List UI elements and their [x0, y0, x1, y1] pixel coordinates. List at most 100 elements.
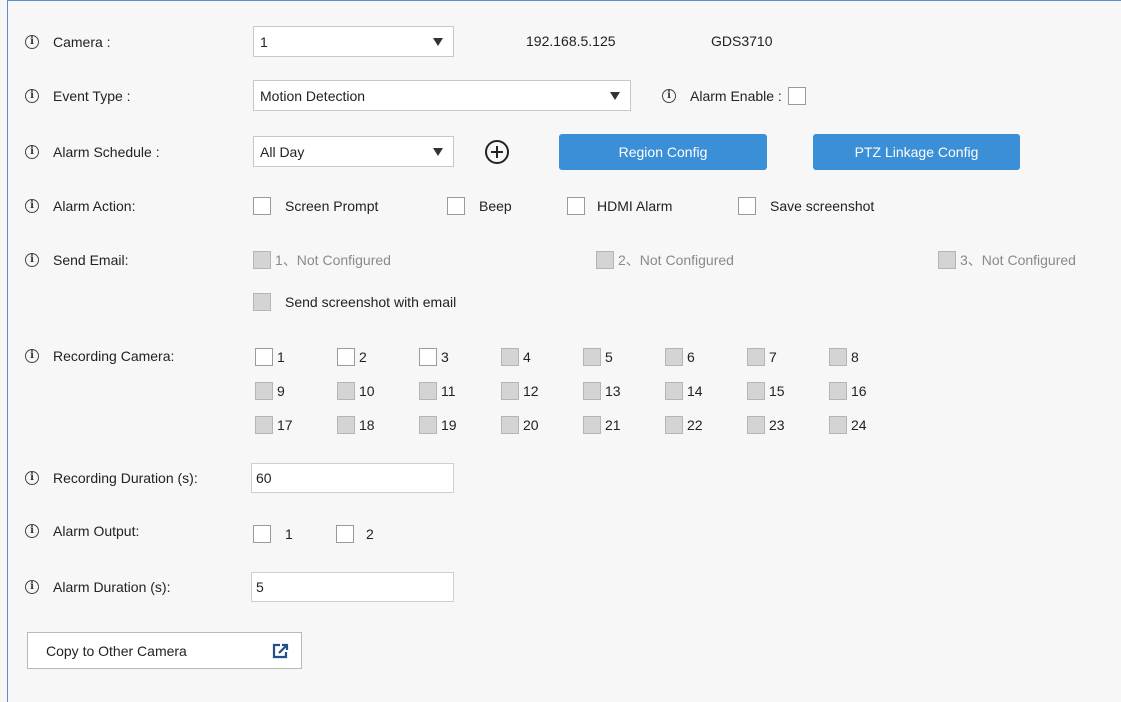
recording-camera-option[interactable]: 8: [829, 346, 859, 368]
info-icon[interactable]: i: [25, 145, 39, 159]
alarm-action-option[interactable]: Save screenshot: [738, 195, 874, 217]
send-screenshot-option[interactable]: Send screenshot with email: [253, 291, 456, 313]
recording-camera-label: Recording Camera:: [53, 348, 175, 364]
checkbox[interactable]: [501, 416, 519, 434]
alarm-duration-input[interactable]: 5: [251, 572, 454, 602]
checkbox[interactable]: [419, 416, 437, 434]
checkbox[interactable]: [501, 348, 519, 366]
event-type-value: Motion Detection: [260, 87, 366, 104]
camera-number: 18: [359, 417, 375, 433]
alarm-schedule-select[interactable]: All Day: [253, 136, 454, 167]
checkbox[interactable]: [253, 293, 271, 311]
info-icon[interactable]: i: [662, 89, 676, 103]
checkbox[interactable]: [583, 416, 601, 434]
option-label: 1: [285, 526, 293, 542]
checkbox[interactable]: [665, 348, 683, 366]
alarm-action-option[interactable]: Beep: [447, 195, 512, 217]
alarm-enable-checkbox[interactable]: [787, 87, 806, 105]
checkbox[interactable]: [583, 382, 601, 400]
event-type-label: Event Type :: [53, 88, 131, 104]
recording-camera-option[interactable]: 18: [337, 414, 375, 436]
checkbox[interactable]: [665, 382, 683, 400]
info-icon[interactable]: i: [25, 349, 39, 363]
alarm-action-option[interactable]: HDMI Alarm: [567, 195, 672, 217]
checkbox[interactable]: [747, 348, 765, 366]
checkbox[interactable]: [337, 348, 355, 366]
email-option[interactable]: 3、Not Configured: [938, 249, 1076, 271]
recording-camera-option[interactable]: 3: [419, 346, 449, 368]
recording-camera-option[interactable]: 7: [747, 346, 777, 368]
checkbox[interactable]: [255, 416, 273, 434]
recording-duration-input[interactable]: 60: [251, 463, 454, 493]
checkbox[interactable]: [337, 382, 355, 400]
info-icon[interactable]: i: [25, 199, 39, 213]
region-config-button[interactable]: Region Config: [559, 134, 767, 170]
recording-camera-option[interactable]: 10: [337, 380, 375, 402]
checkbox[interactable]: [419, 382, 437, 400]
checkbox[interactable]: [501, 382, 519, 400]
alarm-enable-label: Alarm Enable :: [690, 88, 782, 104]
info-icon[interactable]: i: [25, 35, 39, 49]
checkbox[interactable]: [938, 251, 956, 269]
alarm-schedule-label: Alarm Schedule :: [53, 144, 160, 160]
recording-camera-option[interactable]: 6: [665, 346, 695, 368]
recording-camera-option[interactable]: 19: [419, 414, 457, 436]
camera-number: 20: [523, 417, 539, 433]
recording-camera-option[interactable]: 23: [747, 414, 785, 436]
camera-select[interactable]: 1: [253, 26, 454, 57]
email-option[interactable]: 1、Not Configured: [253, 249, 391, 271]
camera-model: GDS3710: [711, 33, 773, 49]
alarm-action-option[interactable]: Screen Prompt: [253, 195, 378, 217]
checkbox[interactable]: [747, 416, 765, 434]
checkbox[interactable]: [255, 382, 273, 400]
checkbox[interactable]: [829, 348, 847, 366]
recording-camera-option[interactable]: 4: [501, 346, 531, 368]
checkbox[interactable]: [253, 197, 271, 215]
checkbox[interactable]: [583, 348, 601, 366]
checkbox[interactable]: [596, 251, 614, 269]
recording-camera-option[interactable]: 1: [255, 346, 285, 368]
checkbox[interactable]: [255, 348, 273, 366]
checkbox[interactable]: [738, 197, 756, 215]
plus-circle-icon[interactable]: [485, 140, 509, 164]
info-icon[interactable]: i: [25, 253, 39, 267]
recording-camera-option[interactable]: 2: [337, 346, 367, 368]
info-icon[interactable]: i: [25, 580, 39, 594]
recording-camera-option[interactable]: 17: [255, 414, 293, 436]
checkbox[interactable]: [253, 525, 271, 543]
checkbox[interactable]: [829, 416, 847, 434]
recording-camera-option[interactable]: 12: [501, 380, 539, 402]
ptz-linkage-config-button[interactable]: PTZ Linkage Config: [813, 134, 1020, 170]
checkbox[interactable]: [337, 416, 355, 434]
checkbox[interactable]: [336, 525, 354, 543]
info-icon[interactable]: i: [25, 524, 39, 538]
email-option[interactable]: 2、Not Configured: [596, 249, 734, 271]
recording-camera-option[interactable]: 14: [665, 380, 703, 402]
recording-camera-option[interactable]: 16: [829, 380, 867, 402]
recording-camera-option[interactable]: 15: [747, 380, 785, 402]
checkbox[interactable]: [665, 416, 683, 434]
info-icon[interactable]: i: [25, 471, 39, 485]
recording-camera-option[interactable]: 24: [829, 414, 867, 436]
recording-camera-option[interactable]: 20: [501, 414, 539, 436]
alarm-output-option[interactable]: 2: [336, 523, 374, 545]
copy-to-other-camera-button[interactable]: Copy to Other Camera: [27, 632, 302, 669]
recording-camera-option[interactable]: 22: [665, 414, 703, 436]
recording-camera-option[interactable]: 11: [419, 380, 456, 402]
checkbox[interactable]: [253, 251, 271, 269]
event-type-select[interactable]: Motion Detection: [253, 80, 631, 111]
checkbox[interactable]: [829, 382, 847, 400]
copy-button-label: Copy to Other Camera: [46, 642, 187, 659]
checkbox[interactable]: [419, 348, 437, 366]
checkbox[interactable]: [747, 382, 765, 400]
checkbox[interactable]: [447, 197, 465, 215]
recording-camera-option[interactable]: 21: [583, 414, 621, 436]
info-icon[interactable]: i: [25, 89, 39, 103]
send-email-row: i Send Email:: [25, 246, 128, 274]
recording-camera-option[interactable]: 13: [583, 380, 621, 402]
recording-camera-option[interactable]: 5: [583, 346, 613, 368]
alarm-output-label: Alarm Output:: [53, 523, 140, 539]
alarm-output-option[interactable]: 1: [253, 523, 293, 545]
checkbox[interactable]: [567, 197, 585, 215]
recording-camera-option[interactable]: 9: [255, 380, 285, 402]
